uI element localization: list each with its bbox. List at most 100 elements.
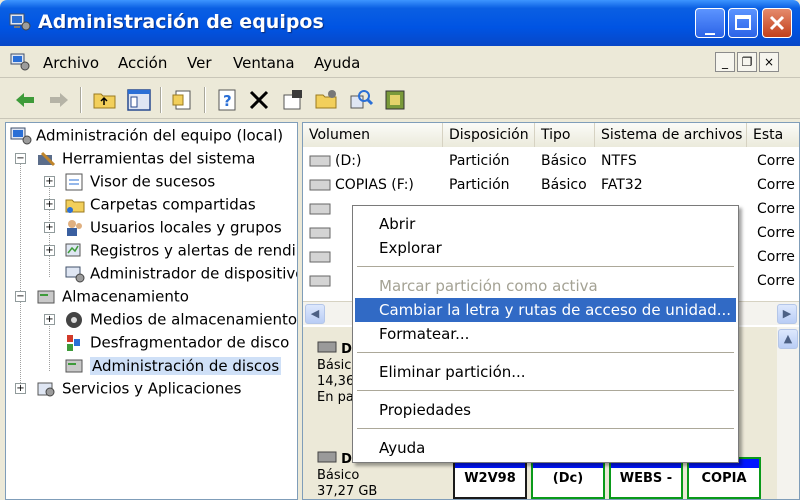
column-estado[interactable]: Esta — [747, 123, 799, 147]
scroll-up-icon[interactable]: ▲ — [778, 329, 798, 349]
column-tipo[interactable]: Tipo — [535, 123, 595, 147]
expand-toggle[interactable]: + — [15, 383, 26, 394]
properties-sheet-icon[interactable] — [280, 87, 306, 113]
toolbar-separator — [160, 87, 162, 113]
disk-1-size: 37,27 GB — [317, 484, 378, 499]
tree-item-servicios[interactable]: Servicios y Aplicaciones — [36, 377, 241, 399]
collapse-toggle[interactable]: − — [15, 291, 26, 302]
menu-item-explorar[interactable]: Explorar — [355, 236, 736, 260]
partition-block[interactable]: W2V98 — [453, 457, 527, 499]
tree-item-herramientas[interactable]: Herramientas del sistema — [36, 147, 255, 169]
forward-arrow-icon[interactable] — [46, 87, 72, 113]
mdi-minimize-button[interactable]: _ — [715, 52, 735, 72]
tree-item-almacenamiento[interactable]: Almacenamiento — [36, 285, 189, 307]
menu-item-abrir[interactable]: Abrir — [355, 212, 736, 236]
computer-management-icon — [10, 127, 32, 144]
help-icon[interactable]: ? — [214, 87, 240, 113]
search-icon[interactable] — [348, 87, 374, 113]
tree-item-usuarios[interactable]: Usuarios locales y grupos — [64, 216, 282, 238]
menu-item-marcar-activa: Marcar partición como activa — [379, 277, 598, 295]
menu-accion[interactable]: Acción — [118, 54, 167, 72]
partition-label: W2V98 — [464, 471, 516, 486]
back-arrow-icon[interactable] — [12, 87, 38, 113]
volume-name: (D:) — [335, 153, 362, 169]
tree-item-label: Usuarios locales y grupos — [90, 218, 282, 237]
expand-toggle[interactable]: + — [44, 314, 55, 325]
tree-item-carpetas[interactable]: Carpetas compartidas — [64, 193, 256, 215]
tools-icon — [38, 151, 56, 166]
tree-item-registros[interactable]: Registros y alertas de rendi — [64, 239, 296, 261]
column-disposicion[interactable]: Disposición — [443, 123, 535, 147]
volume-row[interactable]: COPIAS (F:) Partición Básico FAT32 Corre — [303, 173, 799, 197]
computer-management-icon — [9, 13, 31, 31]
tree-root[interactable]: Administración del equipo (local) — [10, 124, 283, 146]
volume-layout: Partición — [449, 177, 510, 193]
menu-separator — [357, 428, 734, 429]
up-folder-icon[interactable] — [92, 87, 118, 113]
maximize-button[interactable] — [728, 8, 758, 38]
tree-item-administracion-discos[interactable]: Administración de discos — [64, 354, 282, 376]
removable-storage-icon — [66, 311, 82, 328]
event-viewer-icon — [65, 173, 83, 190]
tree-item-label: Visor de sucesos — [90, 172, 216, 191]
tree-item-label: Medios de almacenamiento e — [90, 310, 298, 329]
tree-item-visor-sucesos[interactable]: Visor de sucesos — [64, 170, 215, 192]
scroll-left-icon[interactable]: ◀ — [305, 304, 325, 324]
menu-item-eliminar-particion[interactable]: Eliminar partición... — [355, 360, 736, 384]
disk-icon — [317, 341, 337, 353]
expand-toggle[interactable]: + — [44, 245, 55, 256]
partition-block[interactable]: (Dc) — [531, 457, 605, 499]
open-folder-icon[interactable] — [314, 87, 340, 113]
menu-item-cambiar-letra[interactable]: Cambiar la letra y rutas de acceso de un… — [355, 298, 736, 322]
column-volumen[interactable]: Volumen — [303, 123, 443, 147]
console-tree: Administración del equipo (local) − Herr… — [5, 122, 298, 500]
volume-icon — [309, 275, 331, 287]
menu-ver[interactable]: Ver — [187, 54, 212, 72]
app-menu-icon[interactable] — [10, 52, 30, 72]
volume-row[interactable]: (D:) Partición Básico NTFS Corre — [303, 149, 799, 173]
tree-item-desfragmentador[interactable]: Desfragmentador de disco — [64, 331, 289, 353]
partition-block[interactable]: COPIA — [687, 457, 761, 499]
column-header: Volumen Disposición Tipo Sistema de arch… — [303, 123, 799, 147]
mdi-restore-button[interactable]: ❐ — [737, 52, 757, 72]
tree-item-administrador-dispositivos[interactable]: Administrador de dispositivos — [64, 262, 297, 284]
tree-item-label: Administración de discos — [90, 356, 282, 375]
minimize-button[interactable]: _ — [695, 8, 725, 38]
column-sistema-archivos[interactable]: Sistema de archivos — [595, 123, 747, 147]
disk-management-icon — [65, 359, 83, 372]
expand-toggle[interactable]: + — [44, 199, 55, 210]
tree-item-medios[interactable]: Medios de almacenamiento e — [64, 308, 298, 330]
volume-status: Corre — [757, 273, 795, 289]
volume-status: Corre — [757, 225, 795, 241]
expand-toggle[interactable]: + — [44, 176, 55, 187]
menu-ventana[interactable]: Ventana — [233, 54, 295, 72]
menu-archivo[interactable]: Archivo — [43, 54, 99, 72]
volume-filesystem: NTFS — [601, 153, 637, 169]
close-button[interactable] — [762, 8, 792, 38]
expand-toggle[interactable]: + — [44, 222, 55, 233]
title-bar[interactable]: Administración de equipos _ — [0, 0, 800, 46]
volume-type: Básico — [541, 153, 587, 169]
volume-icon — [309, 227, 331, 239]
delete-icon[interactable] — [246, 87, 272, 113]
menu-item-formatear[interactable]: Formatear... — [355, 322, 736, 346]
show-hide-tree-icon[interactable] — [126, 87, 152, 113]
tree-item-label: Almacenamiento — [62, 287, 189, 306]
maximize-icon — [735, 15, 751, 30]
menu-ayuda[interactable]: Ayuda — [314, 54, 360, 72]
collapse-toggle[interactable]: − — [15, 153, 26, 164]
properties-icon[interactable] — [170, 87, 196, 113]
svg-text:?: ? — [223, 92, 232, 110]
menu-item-propiedades[interactable]: Propiedades — [355, 398, 736, 422]
menu-item-ayuda[interactable]: Ayuda — [355, 436, 736, 460]
mdi-close-button[interactable]: × — [759, 52, 779, 72]
vertical-scrollbar[interactable]: ▲ — [777, 327, 799, 499]
partition-block[interactable]: WEBS - — [609, 457, 683, 499]
export-icon[interactable] — [382, 87, 408, 113]
volume-icon — [309, 155, 331, 167]
volume-status: Corre — [757, 153, 795, 169]
shared-folder-icon — [65, 199, 85, 213]
scroll-right-icon[interactable]: ▶ — [777, 304, 797, 324]
defragmenter-icon — [67, 334, 80, 351]
menu-bar: Archivo Acción Ver Ventana Ayuda _ ❐ × — [0, 46, 800, 78]
